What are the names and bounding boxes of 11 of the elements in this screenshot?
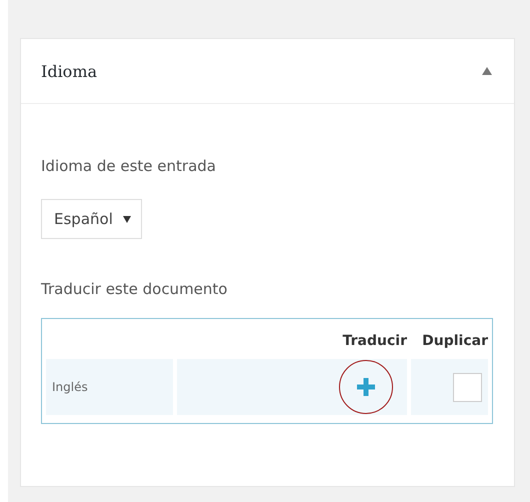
collapse-icon[interactable] (482, 67, 492, 75)
language-name: Inglés (52, 380, 88, 394)
field-label: Idioma de este entrada (41, 157, 216, 175)
duplicate-checkbox[interactable] (453, 372, 482, 402)
column-header: Traducir (342, 333, 407, 349)
caret-icon (122, 216, 131, 222)
panel-title: Idioma (41, 62, 98, 80)
add-translation-icon[interactable] (356, 377, 376, 397)
language-select[interactable]: Español (41, 199, 142, 239)
column-header: Duplicar (422, 333, 488, 349)
section-label: Traducir este documento (41, 280, 228, 298)
